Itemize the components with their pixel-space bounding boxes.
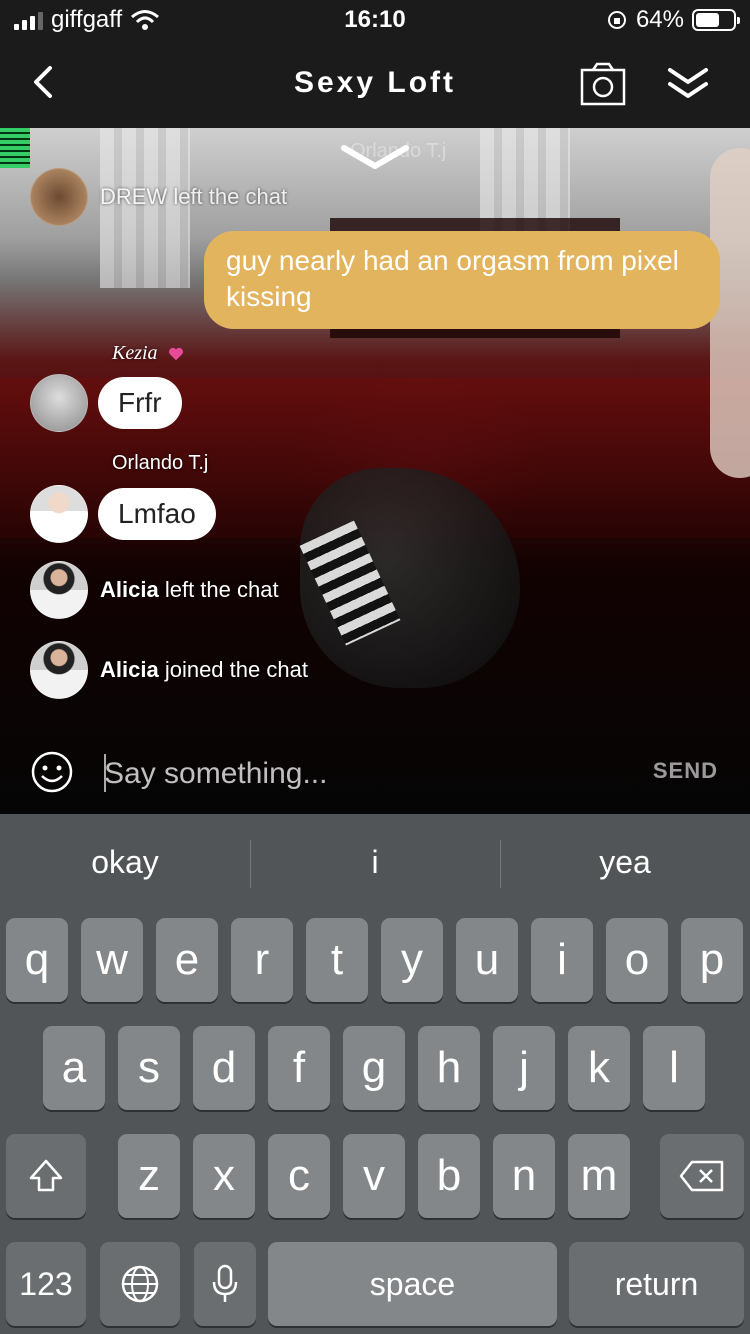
key-y[interactable]: y (381, 918, 443, 1002)
return-key[interactable]: return (569, 1242, 744, 1326)
key-q[interactable]: q (6, 918, 68, 1002)
suggestion-bar: okay i yea (0, 814, 750, 910)
room-title: Sexy Loft (293, 66, 457, 99)
message-row: Lmfao (30, 485, 216, 543)
key-g[interactable]: g (343, 1026, 405, 1110)
key-l[interactable]: l (643, 1026, 705, 1110)
suggestion-item[interactable]: okay (0, 814, 250, 910)
message-row: Frfr (30, 374, 182, 432)
key-o[interactable]: o (606, 918, 668, 1002)
message-bubble[interactable]: Lmfao (98, 488, 216, 540)
key-d[interactable]: d (193, 1026, 255, 1110)
avatar[interactable] (30, 485, 88, 543)
chat-event: Alicia left the chat (30, 561, 279, 619)
backspace-key[interactable] (660, 1134, 744, 1218)
suggestion-item[interactable]: i (250, 814, 500, 910)
shift-key[interactable] (6, 1134, 86, 1218)
key-i[interactable]: i (531, 918, 593, 1002)
sender-name: Kezia (112, 342, 185, 365)
suggestion-item[interactable]: yea (500, 814, 750, 910)
message-input[interactable] (104, 752, 624, 796)
text-cursor (104, 754, 106, 792)
message-bubble[interactable]: Frfr (98, 377, 182, 429)
key-v[interactable]: v (343, 1134, 405, 1218)
battery-icon (692, 9, 740, 31)
backspace-icon (679, 1160, 724, 1192)
key-x[interactable]: x (193, 1134, 255, 1218)
emoji-smile-icon[interactable] (30, 750, 74, 794)
event-text: joined the chat (164, 657, 308, 682)
event-text: left the chat (164, 577, 279, 602)
chevron-down-icon[interactable] (340, 142, 410, 172)
double-chevron-down-icon[interactable] (664, 62, 712, 106)
chat-event: DREW left the chat (30, 168, 287, 226)
key-h[interactable]: h (418, 1026, 480, 1110)
dictation-key[interactable] (194, 1242, 256, 1326)
key-e[interactable]: e (156, 918, 218, 1002)
key-u[interactable]: u (456, 918, 518, 1002)
key-a[interactable]: a (43, 1026, 105, 1110)
my-message-bubble[interactable]: guy nearly had an orgasm from pixel kiss… (204, 231, 720, 329)
numbers-key[interactable]: 123 (6, 1242, 86, 1326)
avatar[interactable] (30, 561, 88, 619)
send-button[interactable]: SEND (653, 758, 718, 784)
shift-arrow-icon (29, 1159, 63, 1192)
key-m[interactable]: m (568, 1134, 630, 1218)
key-j[interactable]: j (493, 1026, 555, 1110)
chat-header: Sexy Loft (0, 40, 750, 128)
avatar[interactable] (30, 374, 88, 432)
key-s[interactable]: s (118, 1026, 180, 1110)
key-r[interactable]: r (231, 918, 293, 1002)
key-w[interactable]: w (81, 918, 143, 1002)
status-bar: giffgaff 16:10 64% (0, 0, 750, 40)
space-key[interactable]: space (268, 1242, 557, 1326)
equalizer-icon (0, 128, 30, 168)
avatar[interactable] (30, 168, 88, 226)
globe-icon (121, 1265, 159, 1303)
heart-icon (168, 348, 183, 361)
key-p[interactable]: p (681, 918, 743, 1002)
key-b[interactable]: b (418, 1134, 480, 1218)
keyboard: okay i yea qwertyuiopasdfghjklzxcvbnm 12… (0, 814, 750, 1334)
battery-percent: 64% (635, 6, 684, 33)
key-c[interactable]: c (268, 1134, 330, 1218)
key-f[interactable]: f (268, 1026, 330, 1110)
camera-icon[interactable] (578, 60, 628, 110)
key-z[interactable]: z (118, 1134, 180, 1218)
key-t[interactable]: t (306, 918, 368, 1002)
orientation-lock-icon (607, 11, 626, 29)
key-k[interactable]: k (568, 1026, 630, 1110)
message-composer: SEND (0, 740, 750, 814)
chat-event: Alicia joined the chat (30, 641, 308, 699)
sender-name: Orlando T.j (112, 452, 209, 474)
globe-key[interactable] (100, 1242, 180, 1326)
microphone-icon (212, 1264, 238, 1302)
event-user[interactable]: Alicia (100, 577, 159, 602)
event-text: DREW left the chat (100, 184, 288, 209)
key-n[interactable]: n (493, 1134, 555, 1218)
event-user[interactable]: Alicia (100, 657, 159, 682)
avatar[interactable] (30, 641, 88, 699)
